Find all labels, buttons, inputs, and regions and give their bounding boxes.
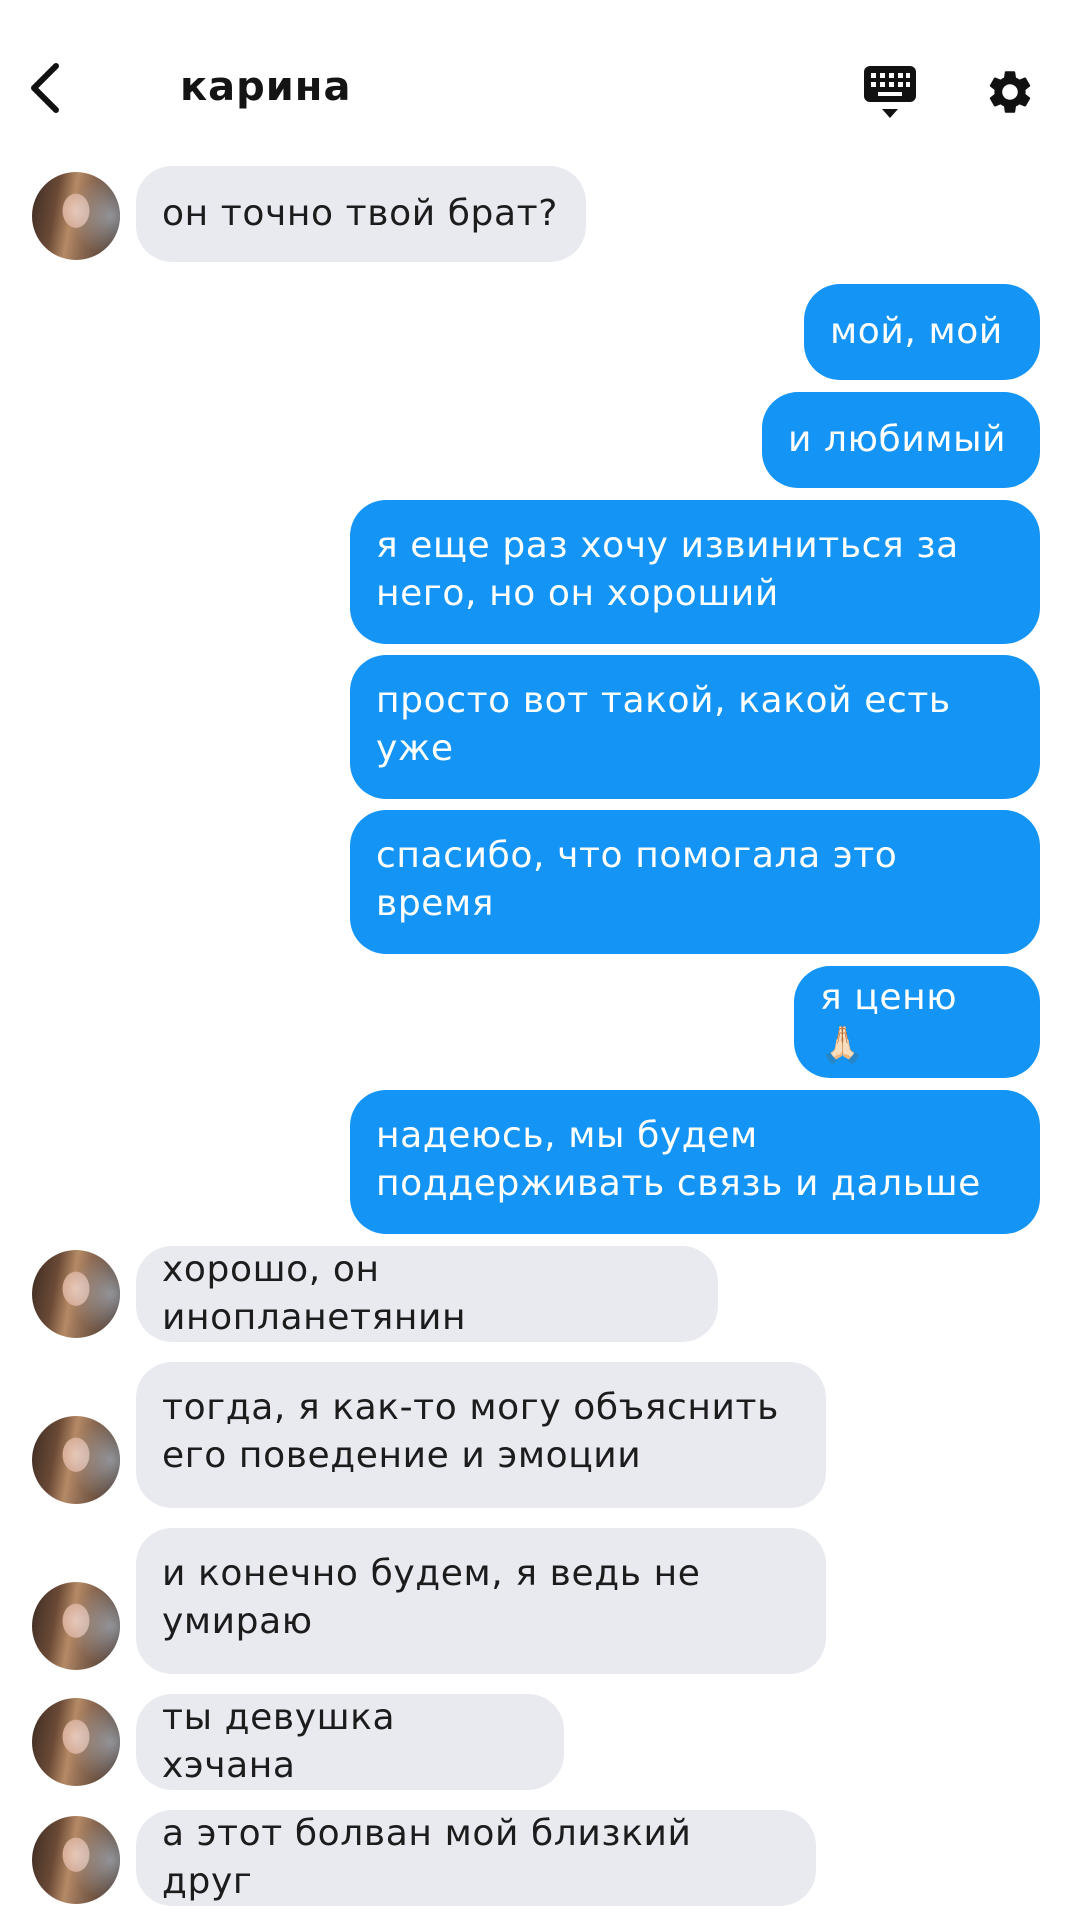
- message-bubble-outgoing[interactable]: надеюсь, мы будем поддерживать связь и д…: [350, 1090, 1040, 1234]
- message-bubble-outgoing[interactable]: просто вот такой, какой есть уже: [350, 655, 1040, 799]
- avatar[interactable]: [32, 1250, 120, 1338]
- avatar[interactable]: [32, 1582, 120, 1670]
- message-text: надеюсь, мы будем поддерживать связь и д…: [376, 1115, 981, 1204]
- message-text: и любимый: [788, 419, 1007, 460]
- avatar[interactable]: [32, 1698, 120, 1786]
- message-bubble-incoming[interactable]: ты девушка хэчана: [136, 1694, 564, 1790]
- message-bubble-incoming[interactable]: хорошо, он инопланетянин: [136, 1246, 718, 1342]
- message-text: я еще раз хочу извиниться за него, но он…: [376, 525, 959, 614]
- gear-icon: [989, 71, 1031, 113]
- message-text: ты девушка хэчана: [162, 1697, 396, 1786]
- message-bubble-outgoing[interactable]: и любимый: [762, 392, 1040, 488]
- message-text: а этот болван мой близкий друг: [162, 1813, 692, 1902]
- message-text: и конечно будем, я ведь не умираю: [162, 1553, 701, 1642]
- avatar[interactable]: [32, 1816, 120, 1904]
- settings-button[interactable]: [984, 66, 1036, 118]
- message-bubble-incoming[interactable]: и конечно будем, я ведь не умираю: [136, 1528, 826, 1674]
- back-button[interactable]: [26, 60, 82, 124]
- message-bubble-outgoing[interactable]: я еще раз хочу извиниться за него, но он…: [350, 500, 1040, 644]
- keyboard-button[interactable]: [862, 64, 918, 122]
- message-text: тогда, я как-то могу объяснить его повед…: [162, 1387, 779, 1476]
- chat-header: карина: [0, 0, 1072, 170]
- message-bubble-outgoing[interactable]: я ценю 🙏🏻: [794, 966, 1040, 1078]
- avatar[interactable]: [32, 172, 120, 260]
- contact-name[interactable]: карина: [180, 64, 351, 110]
- message-text: я ценю 🙏🏻: [820, 977, 958, 1066]
- message-bubble-incoming[interactable]: он точно твой брат?: [136, 166, 586, 262]
- message-bubble-outgoing[interactable]: спасибо, что помогала это время: [350, 810, 1040, 954]
- message-text: хорошо, он инопланетянин: [162, 1249, 467, 1338]
- chevron-left-icon: [31, 63, 59, 113]
- message-text: просто вот такой, какой есть уже: [376, 680, 951, 769]
- avatar[interactable]: [32, 1416, 120, 1504]
- message-text: он точно твой брат?: [162, 193, 558, 234]
- keyboard-icon: [864, 66, 916, 118]
- message-text: мой, мой: [830, 311, 1003, 352]
- message-bubble-incoming[interactable]: тогда, я как-то могу объяснить его повед…: [136, 1362, 826, 1508]
- message-bubble-outgoing[interactable]: мой, мой: [804, 284, 1040, 380]
- message-bubble-incoming[interactable]: а этот болван мой близкий друг: [136, 1810, 816, 1906]
- message-text: спасибо, что помогала это время: [376, 835, 898, 924]
